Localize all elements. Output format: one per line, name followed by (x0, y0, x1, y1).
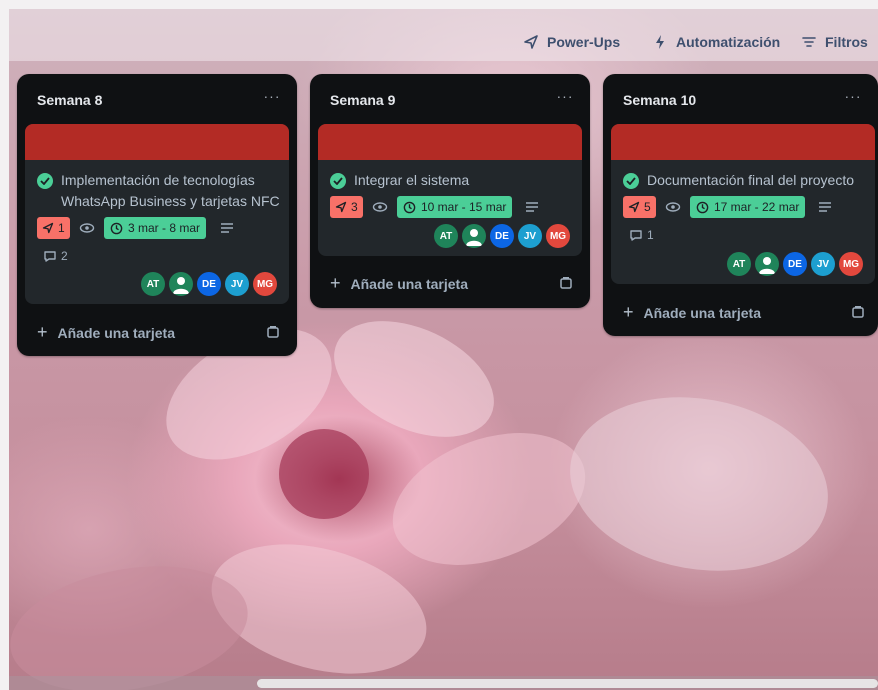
add-card-button[interactable]: + Añade una tarjeta (623, 302, 761, 323)
member-avatar[interactable]: DE (490, 224, 514, 248)
list-title: Semana 8 (37, 92, 103, 108)
date-badge[interactable]: 17 mar - 22 mar (690, 196, 806, 218)
member-avatar[interactable]: AT (434, 224, 458, 248)
member-avatar[interactable]: AT (727, 252, 751, 276)
description-icon (819, 202, 831, 212)
add-card-button[interactable]: + Añade una tarjeta (330, 273, 468, 294)
template-icon[interactable] (559, 276, 573, 290)
list-semana-9: Semana 9 ··· Integrar el sistema 3 10 ma… (310, 74, 590, 308)
plus-icon: + (330, 273, 341, 293)
list-semana-10: Semana 10 ··· Documentación final del pr… (603, 74, 878, 336)
check-icon[interactable] (37, 173, 53, 189)
clock-icon (403, 201, 416, 213)
pin-badge: 1 (37, 217, 70, 239)
flower-center (279, 429, 369, 519)
pin-badge: 3 (330, 196, 363, 218)
add-card-button[interactable]: + Añade una tarjeta (37, 322, 175, 343)
member-avatar-user-icon[interactable] (755, 252, 779, 276)
member-avatar[interactable]: JV (811, 252, 835, 276)
filters-label: Filtros (825, 34, 868, 50)
filters-button[interactable]: Filtros (801, 34, 868, 50)
eye-icon (79, 223, 95, 233)
powerups-label: Power-Ups (547, 34, 621, 50)
rocket-icon (42, 222, 54, 234)
pin-count: 5 (644, 200, 651, 214)
pin-badge: 5 (623, 196, 656, 218)
filter-icon (802, 37, 816, 47)
add-card-label: Añade una tarjeta (350, 275, 468, 292)
card[interactable]: Implementación de tecnologías WhatsApp B… (25, 124, 289, 304)
background-petal (556, 377, 842, 591)
card-title-line: Implementación de tecnologías (61, 172, 255, 188)
board-header: Power-Ups Automatización Filtros (9, 9, 878, 61)
check-icon[interactable] (330, 173, 346, 189)
date-range: 3 mar - 8 mar (128, 221, 201, 235)
clock-icon (110, 222, 123, 234)
template-icon[interactable] (266, 325, 280, 339)
comment-count: 2 (43, 249, 68, 263)
member-avatar[interactable]: MG (839, 252, 863, 276)
member-avatar[interactable]: MG (546, 224, 570, 248)
card-title-line: Documentación final del proyecto (647, 172, 855, 188)
list-menu-button[interactable]: ··· (554, 88, 576, 108)
date-range: 17 mar - 22 mar (714, 200, 800, 214)
automation-label: Automatización (676, 34, 781, 50)
date-badge[interactable]: 3 mar - 8 mar (104, 217, 207, 239)
description-icon (526, 202, 538, 212)
comment-icon (44, 250, 56, 262)
horizontal-scrollbar-thumb[interactable] (257, 679, 878, 688)
member-avatar[interactable]: DE (783, 252, 807, 276)
lightning-icon (656, 35, 664, 49)
check-icon[interactable] (623, 173, 639, 189)
card[interactable]: Documentación final del proyecto 5 17 ma… (611, 124, 875, 284)
eye-icon (372, 202, 388, 212)
card[interactable]: Integrar el sistema 3 10 mar - 15 mar AT… (318, 124, 582, 256)
date-badge[interactable]: 10 mar - 15 mar (397, 196, 513, 218)
card-title-line: Integrar el sistema (354, 172, 470, 188)
pin-count: 3 (351, 200, 358, 214)
template-icon[interactable] (851, 305, 865, 319)
list-title: Semana 9 (330, 92, 396, 108)
member-avatar-user-icon[interactable] (169, 272, 193, 296)
card-cover (318, 124, 582, 160)
eye-icon (665, 202, 681, 212)
member-avatar[interactable]: JV (518, 224, 542, 248)
member-avatar[interactable]: MG (253, 272, 277, 296)
card-cover (25, 124, 289, 160)
card-members: AT DE JV MG (727, 252, 863, 276)
plus-icon: + (623, 302, 634, 322)
member-avatar-user-icon[interactable] (462, 224, 486, 248)
pin-count: 1 (58, 221, 65, 235)
member-avatar[interactable]: DE (197, 272, 221, 296)
comment-count: 1 (629, 228, 654, 242)
list-menu-button[interactable]: ··· (261, 88, 283, 108)
list-menu-button[interactable]: ··· (842, 88, 864, 108)
card-cover (611, 124, 875, 160)
powerups-button[interactable]: Power-Ups (523, 34, 620, 50)
list-semana-8: Semana 8 ··· Implementación de tecnologí… (17, 74, 297, 356)
comment-count-value: 2 (61, 249, 68, 263)
card-title-line: WhatsApp Business y tarjetas NFC (61, 193, 280, 209)
automation-button[interactable]: Automatización (652, 34, 780, 50)
card-members: AT DE JV MG (434, 224, 570, 248)
clock-icon (696, 201, 709, 213)
date-range: 10 mar - 15 mar (421, 200, 507, 214)
list-title: Semana 10 (623, 92, 697, 108)
rocket-icon (335, 201, 347, 213)
plus-icon: + (37, 322, 48, 342)
rocket-icon (524, 35, 538, 49)
add-card-label: Añade una tarjeta (57, 324, 175, 341)
member-avatar[interactable]: JV (225, 272, 249, 296)
background-petal (374, 408, 604, 590)
add-card-label: Añade una tarjeta (643, 304, 761, 321)
comment-icon (630, 229, 642, 241)
rocket-icon (628, 201, 640, 213)
card-members: AT DE JV MG (141, 272, 277, 296)
member-avatar[interactable]: AT (141, 272, 165, 296)
description-icon (221, 223, 233, 233)
comment-count-value: 1 (647, 228, 654, 242)
